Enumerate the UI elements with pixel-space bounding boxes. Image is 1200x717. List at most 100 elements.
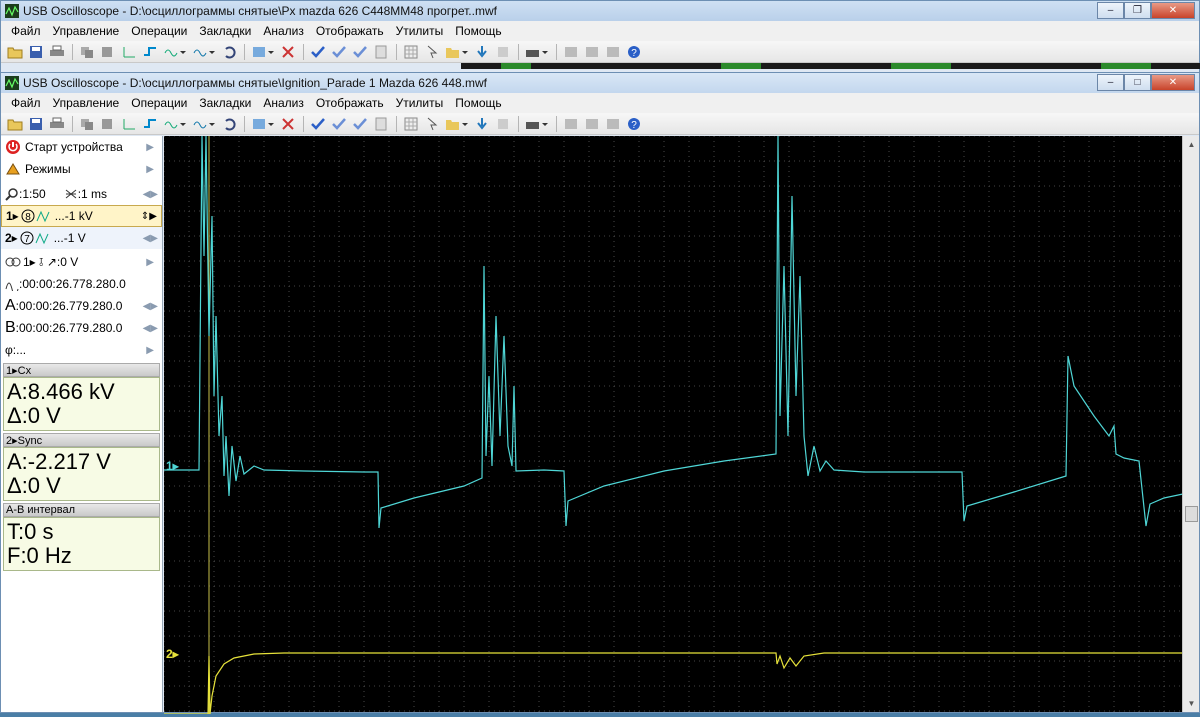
close-button[interactable]: ✕ [1151, 74, 1195, 91]
menu-file[interactable]: Файл [5, 96, 47, 110]
trigger-icon[interactable] [140, 115, 160, 133]
back-menu-bookmarks[interactable]: Закладки [193, 24, 257, 38]
back-menu-file[interactable]: Файл [5, 24, 47, 38]
back-menu-display[interactable]: Отображать [310, 24, 390, 38]
scroll-down-icon[interactable]: ▼ [1184, 696, 1199, 711]
open-icon[interactable] [5, 115, 25, 133]
grid-icon[interactable] [401, 115, 421, 133]
trigger-row[interactable]: 1▸ ⫱ ↗:0 V ▶ [1, 251, 162, 273]
check-icon[interactable] [308, 115, 328, 133]
measure-icon[interactable] [119, 43, 139, 61]
phase-row[interactable]: φ:... ▶ [1, 339, 162, 361]
undo-icon[interactable] [219, 115, 239, 133]
front-title-bar[interactable]: USB Oscilloscope - D:\осциллограммы снят… [1, 73, 1199, 93]
help-icon[interactable]: ? [624, 115, 644, 133]
page-icon[interactable] [371, 115, 391, 133]
disabled-tool-1-icon[interactable] [561, 115, 581, 133]
menu-display[interactable]: Отображать [310, 96, 390, 110]
expand-arrow-icon[interactable]: ▶ [146, 257, 154, 268]
menu-help[interactable]: Помощь [449, 96, 507, 110]
folder-marks-icon[interactable] [443, 115, 471, 133]
print-icon[interactable] [47, 43, 67, 61]
ch2-measure-header[interactable]: 2▸Sync [3, 433, 160, 447]
oscilloscope-display[interactable]: 1▸ 2▸ [163, 135, 1184, 715]
signal-ch1-icon[interactable] [161, 115, 189, 133]
signal-ch1-icon[interactable] [161, 43, 189, 61]
expand-arrow-icon[interactable]: ▶ [146, 142, 154, 153]
back-menu-help[interactable]: Помощь [449, 24, 507, 38]
lr-arrows-icon[interactable]: ◀▶ [143, 189, 158, 200]
back-minimize-button[interactable]: – [1097, 2, 1124, 19]
marker-down-icon[interactable] [472, 115, 492, 133]
menu-operations[interactable]: Операции [125, 96, 193, 110]
screen-icon[interactable] [249, 43, 277, 61]
disabled-tool-3-icon[interactable] [603, 115, 623, 133]
zoom-timebase-row[interactable]: :1:50 :1 ms ◀▶ [1, 183, 162, 205]
expand-arrow-icon[interactable]: ▶ [146, 164, 154, 175]
start-device-row[interactable]: Старт устройства ▶ [1, 136, 162, 158]
measure-icon[interactable] [119, 115, 139, 133]
back-menu-utilities[interactable]: Утилиты [390, 24, 450, 38]
menu-analysis[interactable]: Анализ [257, 96, 310, 110]
marker-table-icon[interactable] [493, 43, 513, 61]
open-icon[interactable] [5, 43, 25, 61]
back-maximize-button[interactable]: ❐ [1124, 2, 1151, 19]
ch1-arrows-icon[interactable]: ⇕▶ [141, 211, 157, 222]
cursor-b-arrows-icon[interactable]: ◀▶ [143, 323, 158, 334]
disabled-tool-3-icon[interactable] [603, 43, 623, 61]
print-icon[interactable] [47, 115, 67, 133]
check-right-icon[interactable] [350, 43, 370, 61]
marker-down-icon[interactable] [472, 43, 492, 61]
back-menu-operations[interactable]: Операции [125, 24, 193, 38]
maximize-button[interactable]: □ [1124, 74, 1151, 91]
marker-table-icon[interactable] [493, 115, 513, 133]
background-window[interactable]: USB Oscilloscope - D:\осциллограммы снят… [0, 0, 1200, 80]
disabled-tool-2-icon[interactable] [582, 115, 602, 133]
back-menu-control[interactable]: Управление [47, 24, 126, 38]
ch1-measure-header[interactable]: 1▸Cx [3, 363, 160, 377]
screen-icon[interactable] [249, 115, 277, 133]
copy-icon[interactable] [77, 115, 97, 133]
minimize-button[interactable]: – [1097, 74, 1124, 91]
trigger-icon[interactable] [140, 43, 160, 61]
menu-bookmarks[interactable]: Закладки [193, 96, 257, 110]
page-icon[interactable] [371, 43, 391, 61]
zoom-icon[interactable] [98, 43, 118, 61]
check-icon[interactable] [308, 43, 328, 61]
ab-interval-header[interactable]: A-B интервал [3, 503, 160, 517]
cursor-a-arrows-icon[interactable]: ◀▶ [143, 301, 158, 312]
check-right-icon[interactable] [350, 115, 370, 133]
waveform-canvas[interactable]: 1▸ 2▸ [163, 135, 1184, 715]
cursor-a-row[interactable]: A :00:00:26.779.280.0 ◀▶ [1, 295, 162, 317]
channel-1-row[interactable]: 1▸ 8 ...-1 kV ⇕▶ [1, 205, 162, 227]
modes-row[interactable]: Режимы ▶ [1, 158, 162, 180]
save-icon[interactable] [26, 43, 46, 61]
scroll-thumb[interactable] [1185, 506, 1198, 522]
close-channel-icon[interactable] [278, 43, 298, 61]
signal-ch2-icon[interactable] [190, 43, 218, 61]
close-channel-icon[interactable] [278, 115, 298, 133]
expand-arrow-icon[interactable]: ▶ [146, 345, 154, 356]
abc-table-icon[interactable] [523, 43, 551, 61]
main-window[interactable]: USB Oscilloscope - D:\осциллограммы снят… [0, 72, 1200, 715]
back-close-button[interactable]: ✕ [1151, 2, 1195, 19]
back-menu-analysis[interactable]: Анализ [257, 24, 310, 38]
cursor-icon[interactable] [422, 43, 442, 61]
scroll-up-icon[interactable]: ▲ [1184, 137, 1199, 152]
disabled-tool-1-icon[interactable] [561, 43, 581, 61]
cursor-icon[interactable] [422, 115, 442, 133]
save-icon[interactable] [26, 115, 46, 133]
folder-marks-icon[interactable] [443, 43, 471, 61]
ch2-arrows-icon[interactable]: ◀▶ [143, 233, 158, 244]
menu-utilities[interactable]: Утилиты [390, 96, 450, 110]
grid-icon[interactable] [401, 43, 421, 61]
trigger-time-row[interactable]: :00:00:26.778.280.0 [1, 273, 162, 295]
zoom-icon[interactable] [98, 115, 118, 133]
abc-table-icon[interactable] [523, 115, 551, 133]
check-down-icon[interactable] [329, 43, 349, 61]
cursor-b-row[interactable]: B :00:00:26.779.280.0 ◀▶ [1, 317, 162, 339]
vertical-scrollbar[interactable]: ▲ ▼ [1182, 136, 1199, 712]
undo-icon[interactable] [219, 43, 239, 61]
help-icon[interactable]: ? [624, 43, 644, 61]
disabled-tool-2-icon[interactable] [582, 43, 602, 61]
